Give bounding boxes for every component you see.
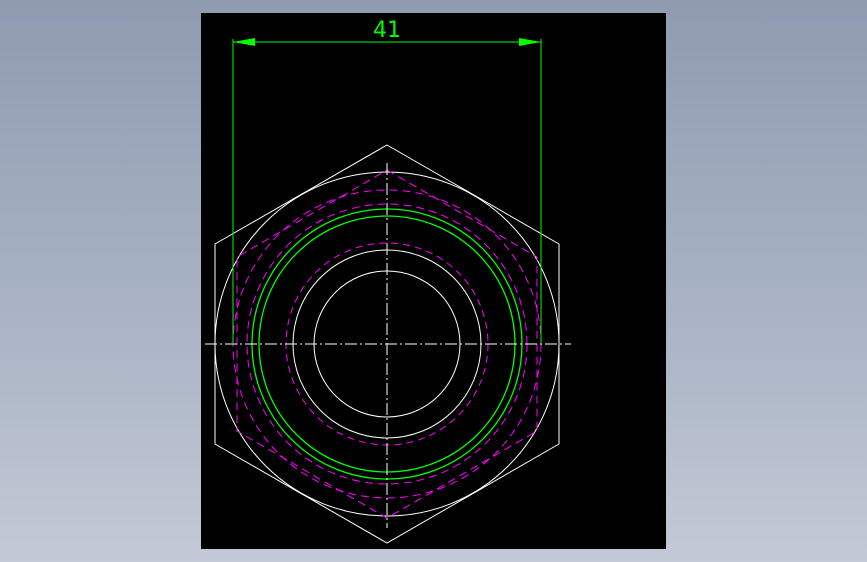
- dimension-arrow-right: [519, 38, 541, 46]
- drawing-viewport[interactable]: 41: [201, 13, 666, 549]
- dimension-text: 41: [373, 18, 401, 43]
- hex-nut-drawing: 41: [205, 18, 571, 544]
- dimension-arrow-left: [233, 38, 255, 46]
